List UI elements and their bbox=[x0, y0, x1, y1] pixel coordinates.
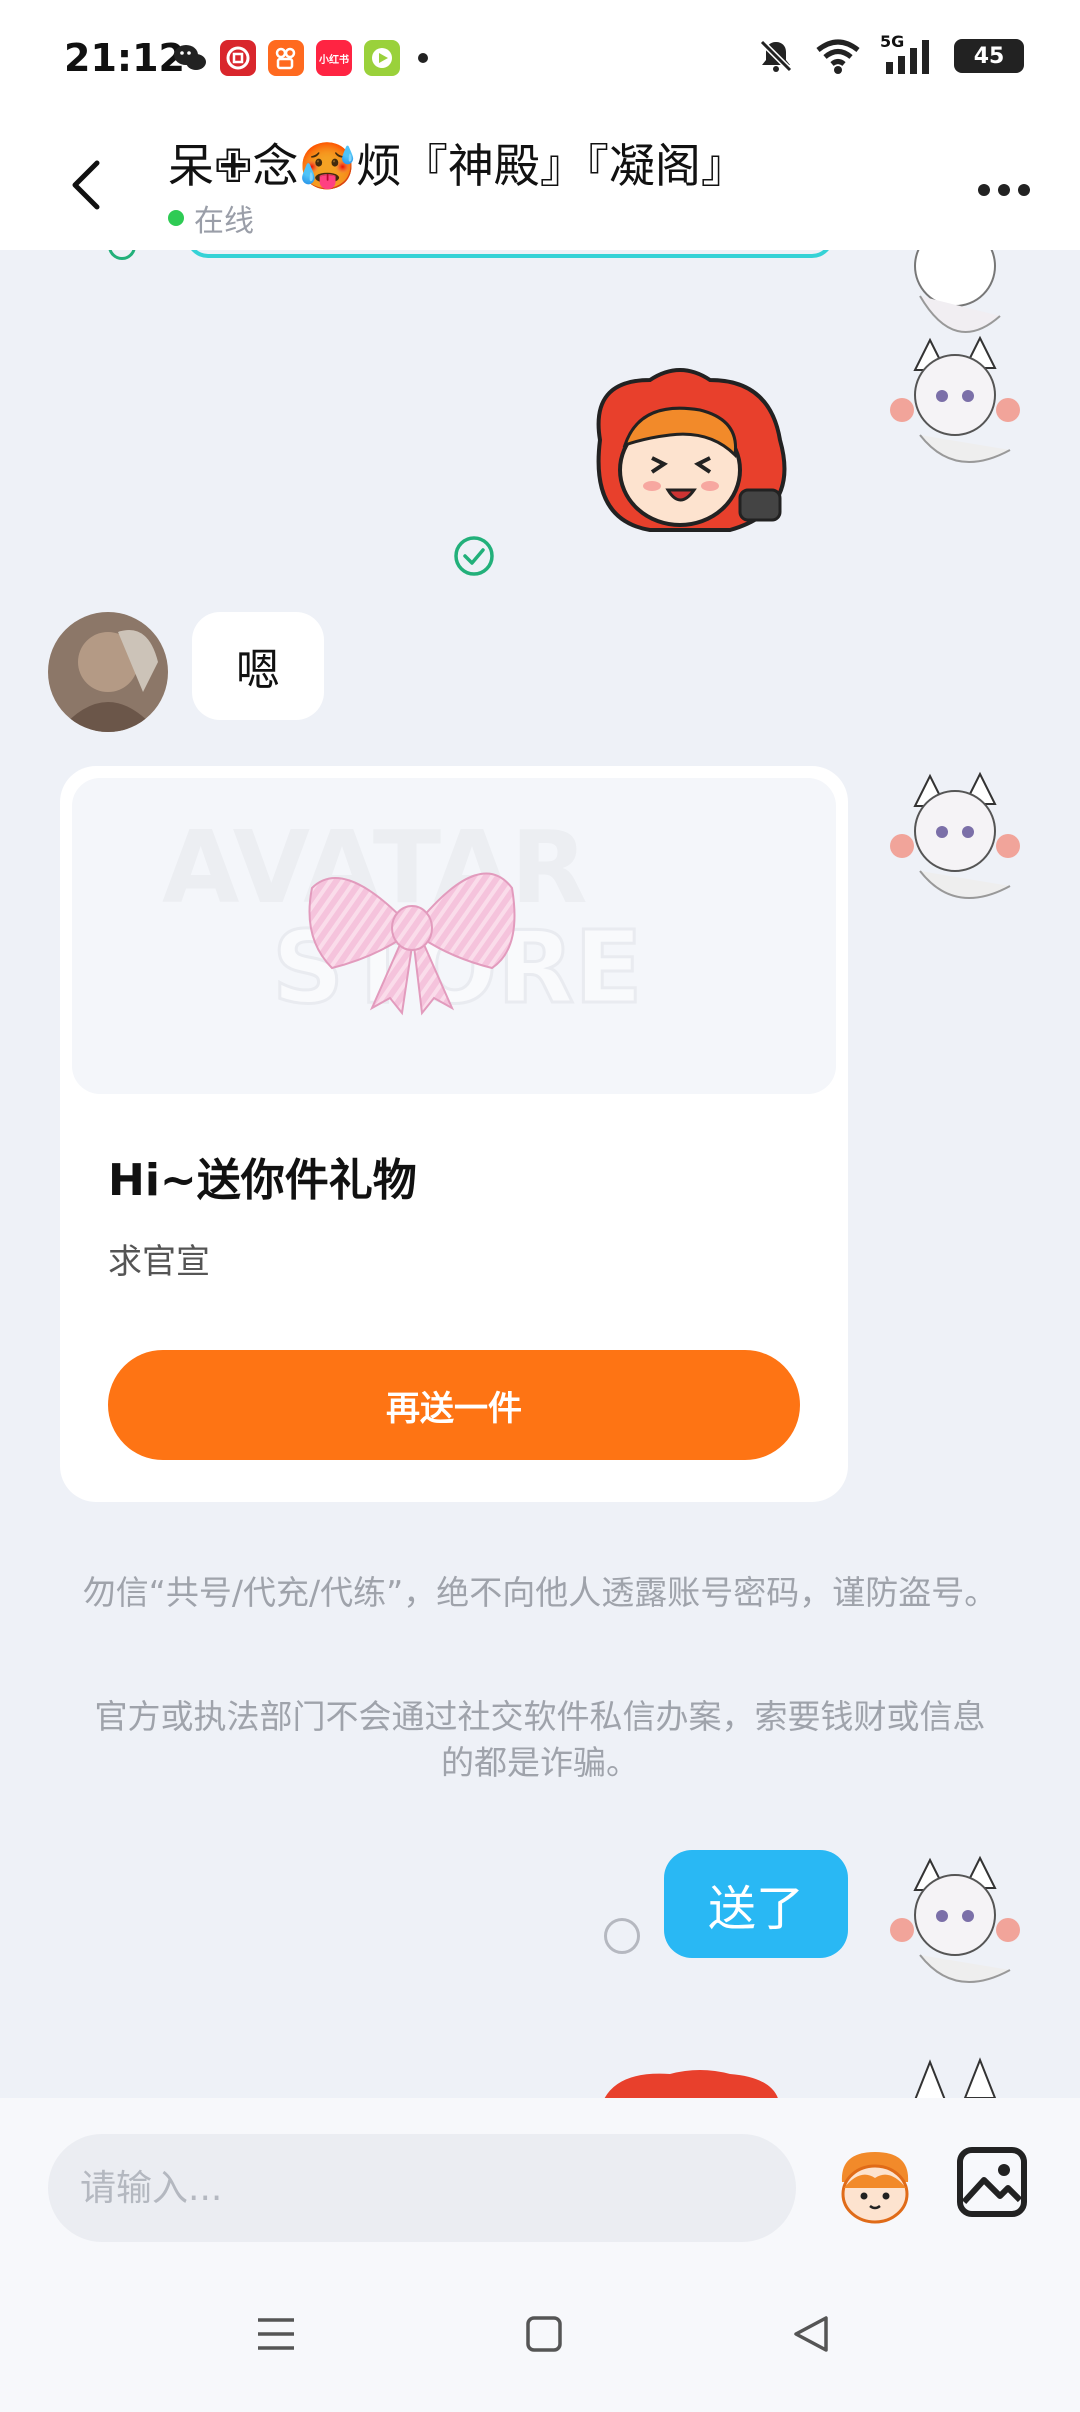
send-another-gift-button[interactable]: 再送一件 bbox=[108, 1350, 800, 1460]
gift-title: Hi~送你件礼物 bbox=[108, 1155, 417, 1206]
home-square-icon bbox=[526, 2316, 562, 2352]
online-status-text: 在线 bbox=[194, 204, 254, 239]
home-nav-button[interactable] bbox=[514, 2304, 574, 2364]
read-check-icon bbox=[454, 536, 494, 576]
self-avatar[interactable] bbox=[880, 2050, 1030, 2098]
sticker-image[interactable] bbox=[570, 360, 810, 560]
bow-image bbox=[308, 872, 516, 1016]
self-avatar[interactable] bbox=[880, 330, 1030, 480]
triangle-back-icon bbox=[794, 2316, 828, 2352]
sticker-image[interactable] bbox=[590, 2070, 790, 2098]
back-nav-button[interactable] bbox=[780, 2304, 840, 2364]
gift-image: AVATAR STORE bbox=[72, 778, 836, 1094]
sent-message-bubble[interactable]: 送了 bbox=[663, 1850, 848, 1958]
mute-bell-icon bbox=[759, 39, 793, 73]
menu-icon bbox=[258, 2318, 294, 2350]
previous-message-bubble bbox=[186, 250, 834, 258]
status-right: 5G 45 bbox=[756, 32, 1024, 76]
signal-indicator: 5G bbox=[880, 32, 936, 76]
battery-icon: 45 bbox=[954, 39, 1024, 73]
bank-icon bbox=[220, 40, 256, 76]
security-notice: 勿信“共号/代充/代练”，绝不向他人透露账号密码，谨防盗号。 bbox=[82, 1573, 998, 1612]
menu-nav-button[interactable] bbox=[246, 2304, 306, 2364]
online-status: 在线 bbox=[168, 196, 254, 240]
online-dot bbox=[168, 210, 184, 226]
status-time: 21:12 bbox=[64, 36, 185, 80]
status-bar: 21:12 小红书 5G 45 bbox=[0, 0, 1080, 120]
wechat-icon bbox=[172, 40, 208, 76]
system-navigation-bar bbox=[0, 2258, 1080, 2412]
kuaishou-icon bbox=[268, 40, 304, 76]
more-dot bbox=[1018, 184, 1030, 196]
gift-card[interactable]: AVATAR STORE Hi~送你件礼物 求官宣 再送一件 bbox=[60, 766, 848, 1502]
contact-avatar[interactable] bbox=[48, 612, 168, 732]
back-button[interactable] bbox=[50, 140, 120, 230]
chat-title: 呆✙念🥵烦『神殿』『凝阁』 bbox=[168, 139, 747, 193]
more-dot bbox=[998, 184, 1010, 196]
video-app-icon bbox=[364, 40, 400, 76]
more-notifications-dot bbox=[418, 53, 428, 63]
more-dot bbox=[978, 184, 990, 196]
read-check-icon bbox=[108, 250, 136, 260]
sending-status-icon bbox=[604, 1918, 640, 1954]
cell-signal-icon bbox=[886, 40, 929, 74]
chevron-left-icon bbox=[72, 160, 100, 210]
image-picker-icon[interactable] bbox=[952, 2142, 1032, 2222]
self-avatar[interactable] bbox=[880, 766, 1030, 916]
received-message-bubble[interactable]: 嗯 bbox=[192, 612, 324, 720]
sticker-button-icon[interactable] bbox=[830, 2142, 920, 2232]
more-options-button[interactable] bbox=[964, 160, 1044, 220]
status-app-icons: 小红书 bbox=[172, 40, 428, 76]
message-input-bar bbox=[0, 2098, 1080, 2258]
self-avatar[interactable] bbox=[880, 1850, 1030, 2000]
xiaohongshu-icon: 小红书 bbox=[316, 40, 352, 76]
wifi-icon bbox=[816, 39, 860, 74]
chat-header: 呆✙念🥵烦『神殿』『凝阁』 在线 bbox=[0, 120, 1080, 250]
message-input[interactable] bbox=[48, 2134, 796, 2242]
fraud-notice: 官方或执法部门不会通过社交软件私信办案，索要钱财或信息的都是诈骗。 bbox=[94, 1697, 986, 1782]
chat-messages[interactable]: 嗯 AVATAR STORE Hi~送你件礼物 求官宣 再送一件 勿信“共号/代… bbox=[0, 250, 1080, 2098]
gift-subtitle: 求官宣 bbox=[108, 1242, 210, 1282]
